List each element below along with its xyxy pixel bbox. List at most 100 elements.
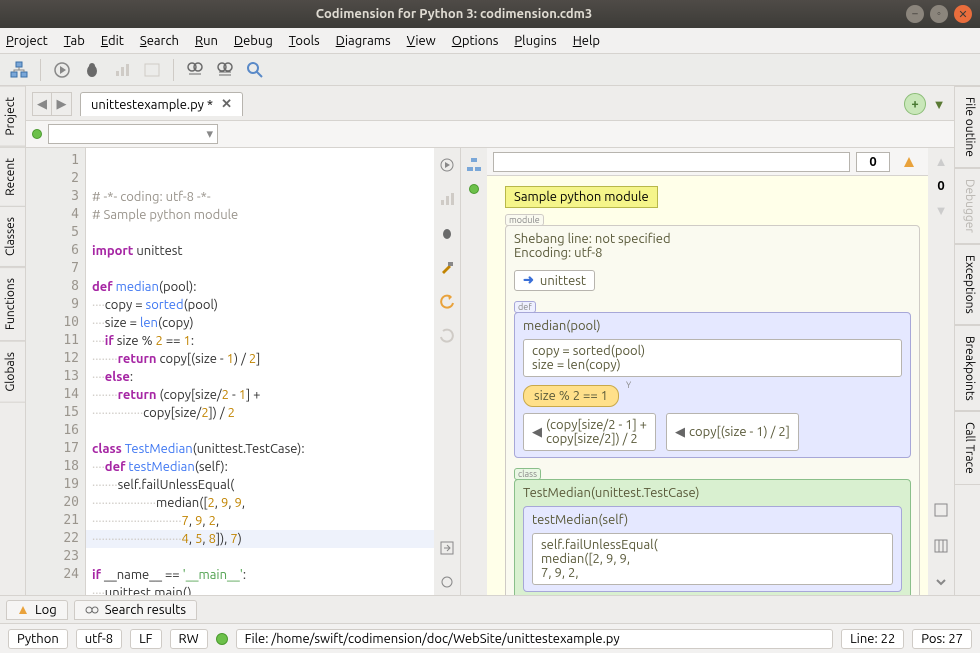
flow-module-box: Shebang line: not specified Encoding: ut… xyxy=(505,225,920,595)
sidebar-recent[interactable]: Recent xyxy=(0,147,25,207)
menu-tab[interactable]: Tab xyxy=(64,34,85,48)
bug-icon[interactable] xyxy=(79,57,105,83)
maximize-button[interactable]: ◦ xyxy=(930,5,948,23)
flow-nav-tools: ▲ 0 ▼ xyxy=(928,148,954,595)
def-label: def xyxy=(514,301,536,313)
tab-list-dropdown[interactable]: ▼ xyxy=(930,93,948,115)
code-pane: 1 2 3 4 5 6 7 8 9 10 11 12 13 14 15 16 1… xyxy=(26,148,461,595)
undo-icon[interactable] xyxy=(434,288,460,314)
left-sidebar: Project Recent Classes Functions Globals xyxy=(0,86,26,595)
flow-class-box: TestMedian(unittest.TestCase) testMedian… xyxy=(514,479,911,595)
titlebar: Codimension for Python 3: codimension.cd… xyxy=(0,0,980,28)
tabstrip: ◀ ▶ unittestexample.py * ✕ + ▼ xyxy=(26,86,954,120)
sidebar-classes[interactable]: Classes xyxy=(0,206,25,267)
sidebar-calltrace[interactable]: Call Trace xyxy=(955,411,980,485)
flow-code-block: copy = sorted(pool) size = len(copy) xyxy=(523,339,902,377)
new-tab-button[interactable]: + xyxy=(904,93,926,115)
flow-tree-icon[interactable] xyxy=(461,152,487,178)
scope-combo[interactable]: ▾ xyxy=(48,124,218,144)
flow-search-count: 0 xyxy=(856,152,890,172)
disassembly-icon[interactable] xyxy=(139,57,165,83)
flow-import-box: ➜ unittest xyxy=(514,270,595,291)
level-more-icon[interactable] xyxy=(928,569,954,595)
code-editor[interactable]: # -*- coding: utf-8 -*- # Sample python … xyxy=(86,148,434,595)
sidebar-exceptions[interactable]: Exceptions xyxy=(955,244,980,325)
menu-run[interactable]: Run xyxy=(195,34,218,48)
menu-debug[interactable]: Debug xyxy=(234,34,273,48)
statusbar: Python utf-8 LF RW File: /home/swift/cod… xyxy=(0,623,980,653)
hammer-icon[interactable] xyxy=(434,254,460,280)
flow-branch-true: ◀ copy[(size - 1) / 2] xyxy=(666,413,799,451)
window-title: Codimension for Python 3: codimension.cd… xyxy=(8,7,900,21)
flow-side-tools xyxy=(461,148,487,595)
settings-icon[interactable] xyxy=(434,569,460,595)
run-icon[interactable] xyxy=(434,152,460,178)
flow-method-box: testMedian(self) self.failUnlessEqual( m… xyxy=(523,506,902,592)
tab-title: unittestexample.py * xyxy=(91,98,213,112)
status-lang[interactable]: Python xyxy=(8,629,68,649)
separator xyxy=(173,59,174,81)
minimize-button[interactable]: – xyxy=(906,5,924,23)
menu-plugins[interactable]: Plugins xyxy=(514,34,556,48)
tab-next-button[interactable]: ▶ xyxy=(52,92,72,116)
sidebar-project[interactable]: Project xyxy=(0,86,25,147)
search-icon[interactable] xyxy=(242,57,268,83)
branch-y-label: Y xyxy=(626,380,631,390)
status-filepath: File: /home/swift/codimension/doc/WebSit… xyxy=(236,629,833,649)
status-readwrite[interactable]: RW xyxy=(170,629,208,649)
redo-icon[interactable] xyxy=(434,322,460,348)
return-icon: ◀ xyxy=(675,425,685,440)
mid-tools xyxy=(434,148,460,595)
tab-prev-button[interactable]: ◀ xyxy=(32,92,52,116)
main-area: ◀ ▶ unittestexample.py * ✕ + ▼ ▾ 1 2 3 4… xyxy=(26,86,954,595)
profile-icon[interactable] xyxy=(434,186,460,212)
menu-edit[interactable]: Edit xyxy=(101,34,124,48)
sidebar-debugger[interactable]: Debugger xyxy=(955,168,980,244)
tree-icon[interactable] xyxy=(6,57,32,83)
flow-def-box: median(pool) copy = sorted(pool) size = … xyxy=(514,312,911,458)
close-window-button[interactable]: ✕ xyxy=(954,5,972,23)
menu-search[interactable]: Search xyxy=(140,34,179,48)
level2-icon[interactable] xyxy=(928,533,954,559)
editor-subbar: ▾ xyxy=(26,120,954,148)
log-icon xyxy=(17,604,29,616)
menu-project[interactable]: Project xyxy=(6,34,48,48)
menu-diagrams[interactable]: Diagrams xyxy=(336,34,391,48)
flow-call-block: self.failUnlessEqual( median([2, 9, 9, 7… xyxy=(532,533,893,585)
right-sidebar: File outline Debugger Exceptions Breakpo… xyxy=(954,86,980,595)
tab-file[interactable]: unittestexample.py * ✕ xyxy=(80,92,243,116)
tab-close-button[interactable]: ✕ xyxy=(221,97,232,112)
nav-down-icon[interactable]: ▼ xyxy=(935,203,948,218)
workzone: Project Recent Classes Functions Globals… xyxy=(0,86,980,595)
sidebar-globals[interactable]: Globals xyxy=(0,341,25,403)
status-lineending[interactable]: LF xyxy=(130,629,161,649)
find-in-project-icon[interactable] xyxy=(212,57,238,83)
goto-icon[interactable] xyxy=(434,535,460,561)
flow-search-input[interactable] xyxy=(493,152,850,172)
bug-icon[interactable] xyxy=(434,220,460,246)
profile-icon[interactable] xyxy=(109,57,135,83)
menu-options[interactable]: Options xyxy=(452,34,499,48)
status-pos[interactable]: Pos: 27 xyxy=(912,629,972,649)
binoculars-icon xyxy=(85,604,99,616)
tab-search-results[interactable]: Search results xyxy=(74,600,197,620)
separator xyxy=(40,59,41,81)
status-line[interactable]: Line: 22 xyxy=(841,629,904,649)
find-occurrences-icon[interactable] xyxy=(182,57,208,83)
menubar: Project Tab Edit Search Run Debug Tools … xyxy=(0,28,980,54)
run-icon[interactable] xyxy=(49,57,75,83)
sidebar-outline[interactable]: File outline xyxy=(955,86,980,168)
sidebar-breakpoints[interactable]: Breakpoints xyxy=(955,325,980,412)
flow-pane: 0 Sample python module module Shebang li… xyxy=(461,148,954,595)
menu-help[interactable]: Help xyxy=(573,34,600,48)
menu-tools[interactable]: Tools xyxy=(289,34,320,48)
status-encoding[interactable]: utf-8 xyxy=(76,629,122,649)
level1-icon[interactable] xyxy=(928,497,954,523)
status-ok-icon xyxy=(216,633,228,645)
tab-log[interactable]: Log xyxy=(6,600,68,620)
highlight-icon[interactable] xyxy=(896,149,922,175)
flow-canvas[interactable]: Sample python module module Shebang line… xyxy=(487,176,928,595)
nav-up-icon[interactable]: ▲ xyxy=(935,154,948,169)
menu-view[interactable]: View xyxy=(407,34,436,48)
sidebar-functions[interactable]: Functions xyxy=(0,267,25,341)
